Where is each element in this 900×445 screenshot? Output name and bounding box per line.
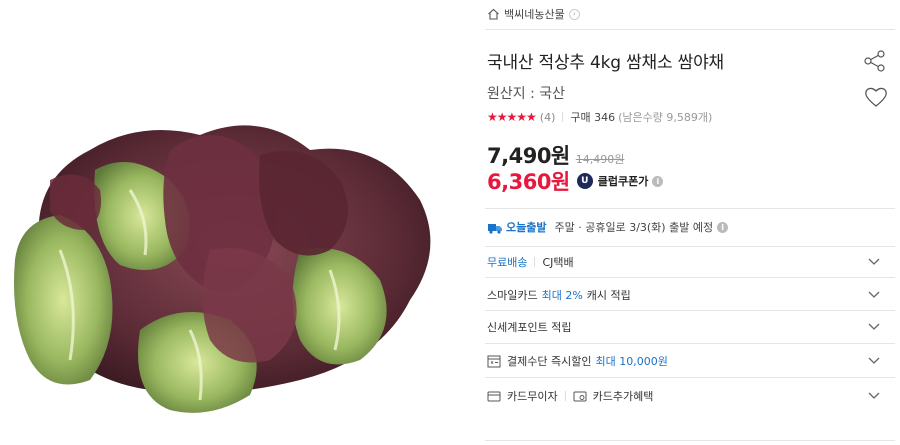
card-benefits-row[interactable]: 카드무이자 카드추가혜택 [487,385,887,407]
rating-row: ★★★★★ (4) 구매 346 (남은수량 9,589개) [487,109,712,125]
payment-discount-row[interactable]: 결제수단 즉시할인 최대 10,000원 [487,350,887,372]
rating-stars: ★★★★★ [487,110,537,124]
payment-discount-label: 결제수단 즉시할인 [507,355,592,368]
shinsegae-points-label: 신세계포인트 적립 [487,321,572,334]
original-price: 14,490원 [575,153,625,166]
card-gift-icon [573,391,587,401]
free-shipping-label: 무료배송 [487,256,528,269]
delivery-schedule: 주말 · 공휴일로 3/3(화) 출발 예정 [554,221,714,234]
remaining-stock: (남은수량 9,589개) [618,111,713,124]
courier-name: CJ택배 [542,256,574,269]
club-coupon-label: 클럽쿠폰가 [597,175,649,188]
origin-label: 원산지 : 국산 [487,86,566,102]
store-name-link[interactable]: 백씨네농산물 [504,6,565,22]
club-sale-price: 6,360원 [487,170,570,194]
chevron-down-icon[interactable] [867,388,881,402]
chevron-down-icon[interactable] [867,319,881,333]
calculator-icon [487,355,501,367]
smile-card-suffix: 캐시 적립 [586,289,631,302]
club-badge-icon: U [576,173,593,189]
card-installment-label[interactable]: 카드무이자 [507,388,558,404]
chevron-down-icon[interactable] [867,353,881,367]
product-image [0,0,458,445]
divider [485,277,895,278]
truck-icon [488,223,502,234]
delivery-row: 오늘출발 주말 · 공휴일로 3/3(화) 출발 예정 i [487,218,729,236]
home-icon [488,8,499,20]
purchase-count: 구매 346 [570,111,616,124]
info-icon[interactable]: i [717,221,729,233]
divider [562,112,564,122]
smile-card-rate: 최대 2% [541,289,583,302]
chevron-right-icon[interactable]: › [568,8,580,20]
breadcrumb[interactable]: 백씨네농산물 › [487,6,580,22]
divider [485,208,895,209]
divider [485,343,895,344]
divider [485,440,895,441]
share-icon[interactable] [863,50,887,72]
divider [564,391,566,401]
divider [485,246,895,247]
chevron-down-icon[interactable] [867,287,881,301]
heart-icon[interactable] [863,85,889,109]
chevron-down-icon[interactable] [867,254,881,268]
today-shipping-label: 오늘출발 [506,221,547,234]
shinsegae-points-row[interactable]: 신세계포인트 적립 [487,316,887,338]
club-price-row: 6,360원 U 클럽쿠폰가 i [487,166,664,196]
product-title: 국내산 적상추 4kg 쌈채소 쌈야채 [487,53,724,73]
card-icon [487,391,501,401]
divider [485,310,895,311]
shipping-option-row[interactable]: 무료배송 CJ택배 [487,251,887,273]
divider [534,257,536,267]
review-count-link[interactable]: (4) [540,111,556,124]
product-info-panel: 백씨네농산물 › 국내산 적상추 4kg 쌈채소 쌈야채 원산지 : 국산 ★★… [485,0,895,445]
info-icon[interactable]: i [652,175,664,187]
divider [485,377,895,378]
smile-card-label: 스마일카드 [487,289,538,302]
divider [485,29,895,30]
card-benefit-label[interactable]: 카드추가혜택 [593,388,654,404]
smile-card-row[interactable]: 스마일카드 최대 2% 캐시 적립 [487,284,887,306]
payment-discount-amount: 최대 10,000원 [595,355,668,368]
